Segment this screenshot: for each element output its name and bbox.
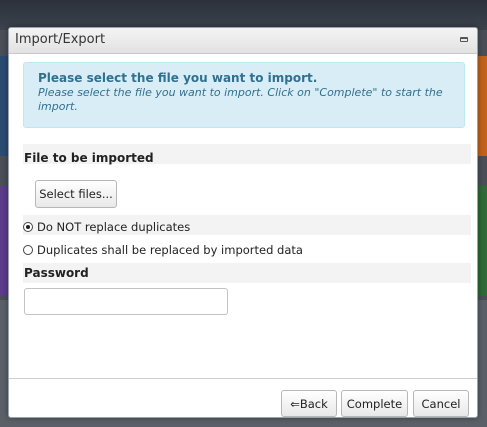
footer-divider xyxy=(9,378,477,379)
select-files-button[interactable]: Select files... xyxy=(35,180,117,208)
info-alert: Please select the file you want to impor… xyxy=(23,62,465,128)
cancel-button[interactable]: Cancel xyxy=(413,390,469,417)
dialog-titlebar[interactable]: Import/Export xyxy=(9,28,477,54)
radio-label: Do NOT replace duplicates xyxy=(37,220,191,234)
import-export-dialog: Import/Export Please select the file you… xyxy=(8,27,478,418)
password-section-header xyxy=(23,263,471,283)
back-button[interactable]: ⇐Back xyxy=(281,390,337,417)
info-description: Please select the file you want to impor… xyxy=(38,86,443,113)
radio-button-checked[interactable] xyxy=(23,222,33,232)
password-label: Password xyxy=(24,266,89,280)
minimize-icon[interactable] xyxy=(460,37,468,42)
radio-button-unchecked[interactable] xyxy=(23,245,33,255)
file-section-label: File to be imported xyxy=(24,151,154,165)
radio-option-replace[interactable]: Duplicates shall be replaced by imported… xyxy=(23,241,303,259)
background-tile xyxy=(478,56,487,156)
app-background-header xyxy=(0,0,487,30)
password-field[interactable] xyxy=(24,288,228,315)
dialog-title: Import/Export xyxy=(15,32,106,47)
radio-option-no-replace[interactable]: Do NOT replace duplicates xyxy=(23,218,190,236)
info-heading: Please select the file you want to impor… xyxy=(38,71,318,85)
background-tile xyxy=(478,186,487,296)
complete-button[interactable]: Complete xyxy=(341,390,408,417)
radio-label: Duplicates shall be replaced by imported… xyxy=(37,243,303,257)
